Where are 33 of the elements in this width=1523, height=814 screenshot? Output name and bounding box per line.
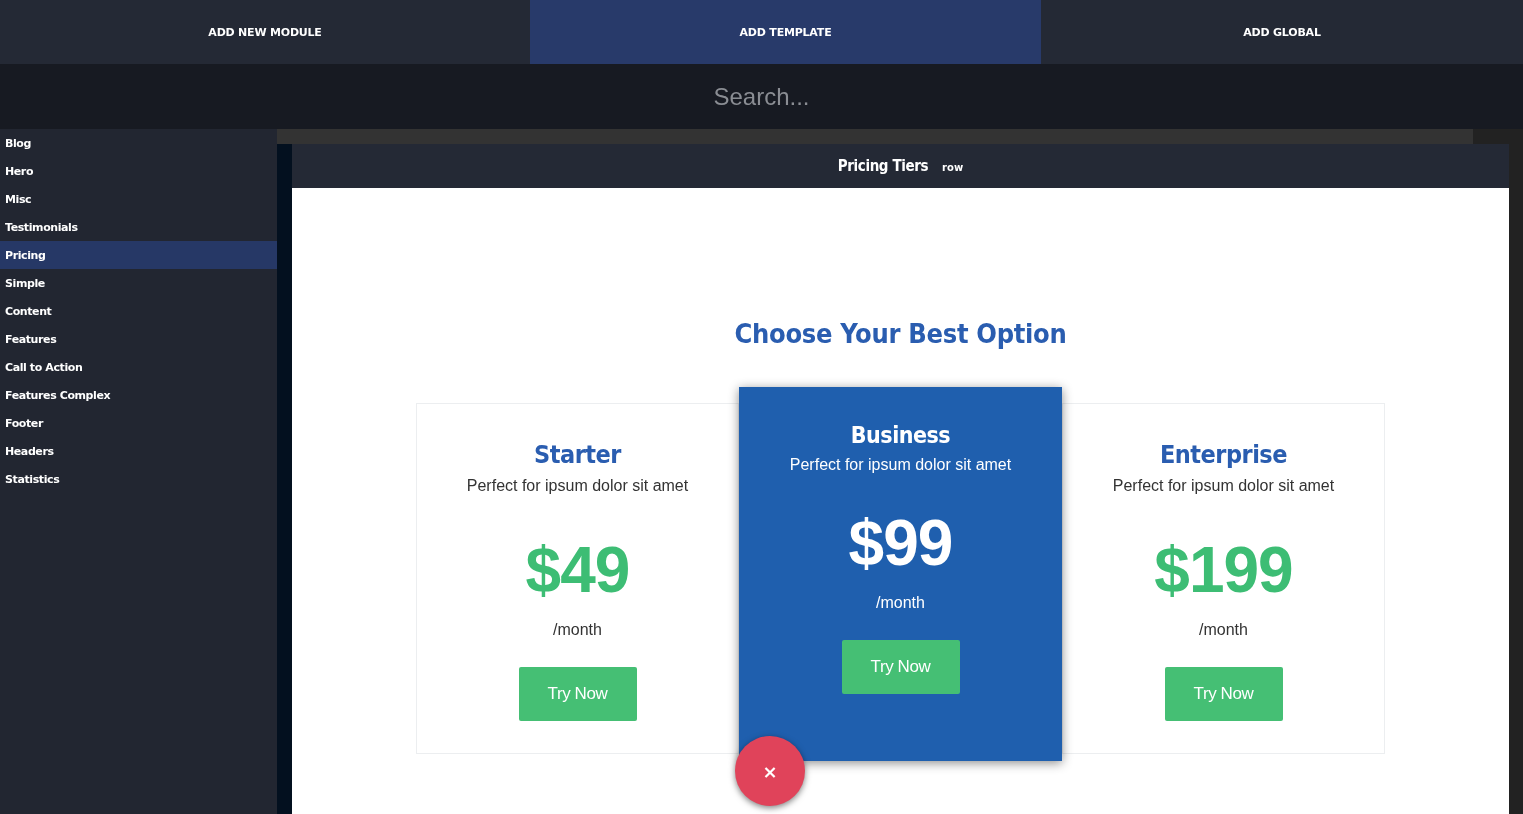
tab[interactable]: ADD GLOBAL [1041,0,1523,64]
section-heading: Choose Your Best Option [734,318,1067,349]
plan-name: Starter [534,440,621,469]
plan-price: $199 [1154,533,1293,607]
sidebar-item[interactable]: Hero [0,157,277,185]
sidebar-item[interactable]: Content [0,297,277,325]
sidebar-item[interactable]: Simple [0,269,277,297]
plan-description: Perfect for ipsum dolor sit amet [1112,477,1335,495]
plan-description: Perfect for ipsum dolor sit amet [789,456,1012,474]
sidebar-item[interactable]: Call to Action [0,353,277,381]
sidebar-item[interactable]: Headers [0,437,277,465]
modal-title: Pricing Tiers [837,157,929,175]
type-label: row [942,162,964,173]
sidebar-item[interactable]: Statistics [0,465,277,493]
billing-period: /month [876,594,925,612]
sidebar-item[interactable]: Features Complex [0,381,277,409]
close-button[interactable]: × [735,736,805,806]
sidebar-item[interactable]: Misc [0,185,277,213]
sidebar-item[interactable]: Testimonials [0,213,277,241]
plan-price: $49 [525,533,630,607]
tab[interactable]: ADD TEMPLATE [530,0,1041,64]
plan-price: $99 [848,506,953,580]
plan-name: Business [850,422,951,448]
billing-period: /month [1199,621,1248,639]
billing-period: /month [553,621,602,639]
plan-description: Perfect for ipsum dolor sit amet [466,477,689,495]
sidebar-item[interactable]: Footer [0,409,277,437]
sidebar-item[interactable]: Features [0,325,277,353]
sidebar-item[interactable]: Pricing [0,241,277,269]
plan-name: Enterprise [1159,440,1287,469]
search-field[interactable]: Search... [559,81,964,112]
tab[interactable]: ADD NEW MODULE [0,0,530,64]
sidebar-item[interactable]: Blog [0,129,277,157]
